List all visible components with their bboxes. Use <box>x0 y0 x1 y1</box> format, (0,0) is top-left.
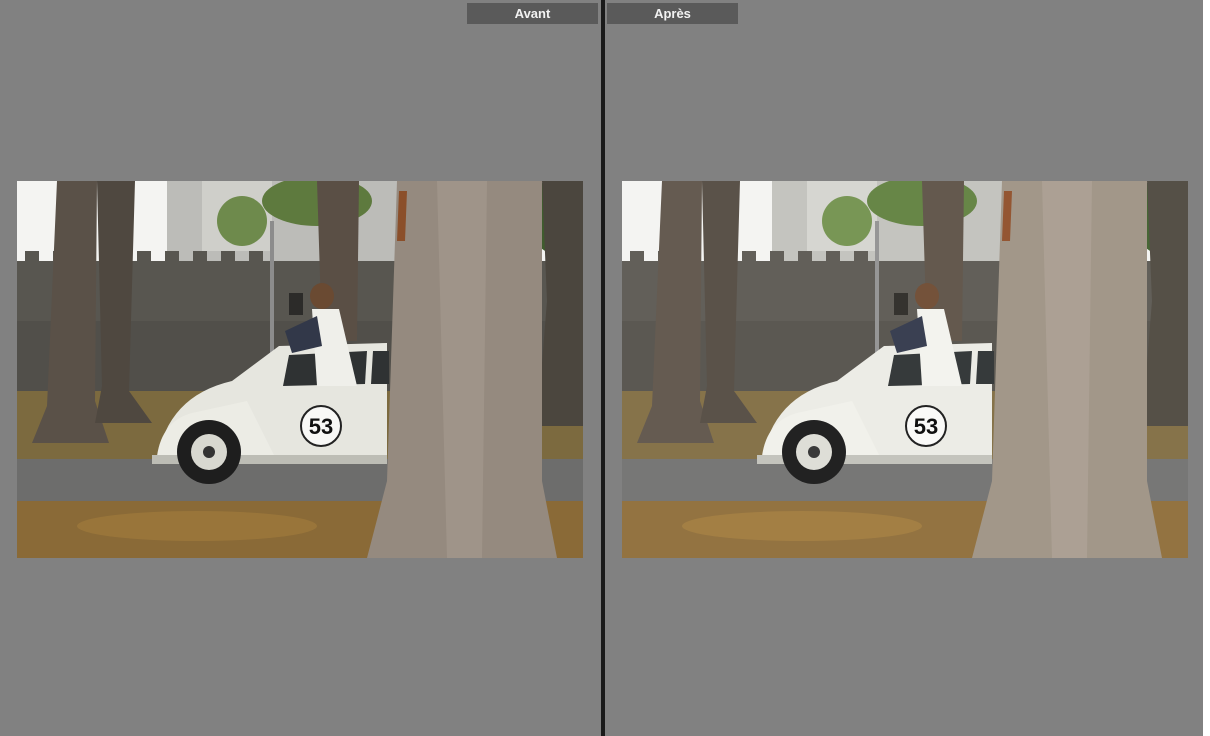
window-edge <box>1203 0 1210 736</box>
wedding-car-photo-before: 53 <box>17 181 583 558</box>
before-label: Avant <box>467 3 598 24</box>
after-photo[interactable]: 53 <box>622 181 1188 558</box>
car-number-after: 53 <box>914 414 938 439</box>
after-label: Après <box>607 3 738 24</box>
before-photo[interactable]: 53 <box>17 181 583 558</box>
wedding-car-photo-after: 53 <box>622 181 1188 558</box>
car-number-before: 53 <box>309 414 333 439</box>
